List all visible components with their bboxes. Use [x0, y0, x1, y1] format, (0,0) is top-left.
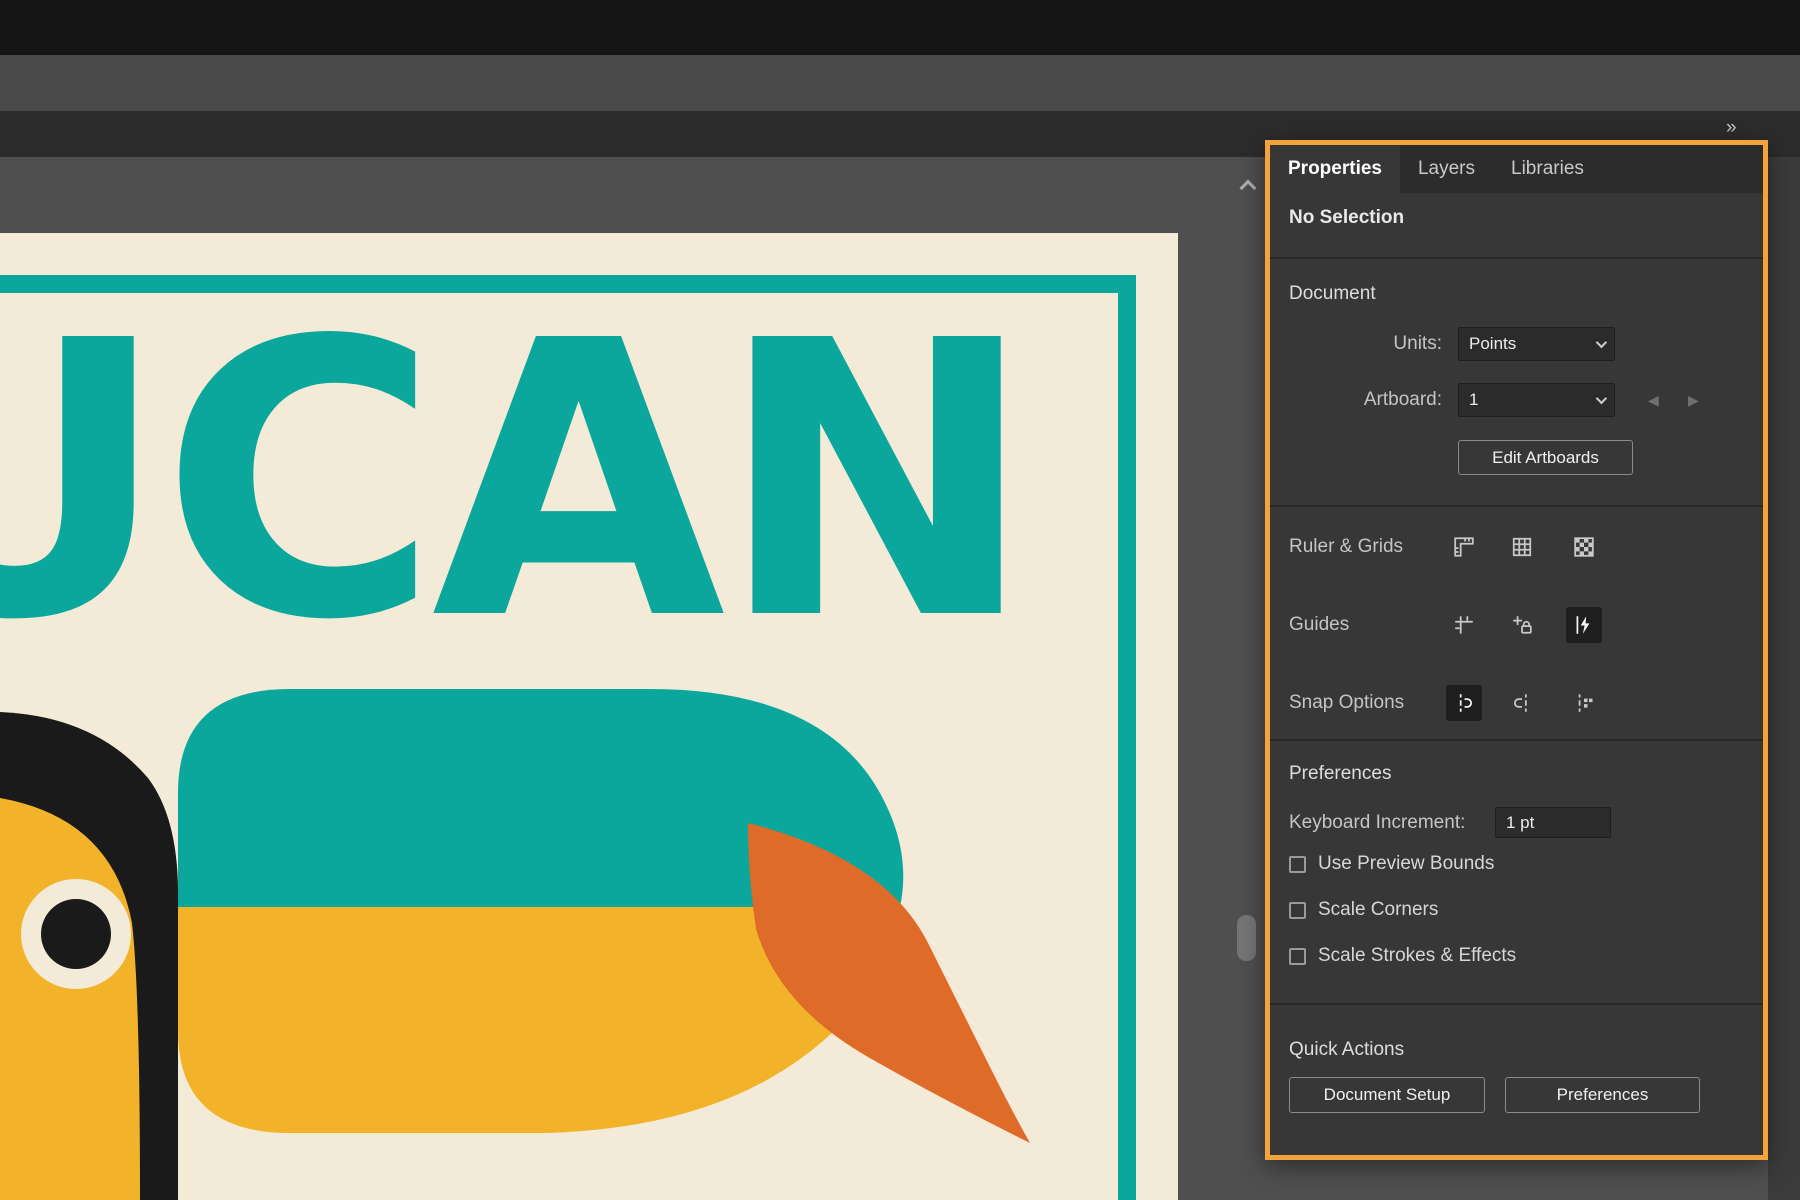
ruler-grids-label: Ruler & Grids — [1289, 527, 1403, 567]
guides-label: Guides — [1289, 605, 1349, 645]
properties-panel: Properties Layers Libraries No Selection… — [1265, 140, 1768, 1160]
scale-corners-row[interactable]: Scale Corners — [1289, 897, 1438, 923]
chevron-down-icon — [1596, 337, 1607, 348]
use-preview-bounds-row[interactable]: Use Preview Bounds — [1289, 851, 1494, 877]
scale-corners-checkbox[interactable] — [1289, 902, 1306, 919]
scale-strokes-effects-checkbox[interactable] — [1289, 948, 1306, 965]
canvas-scrollbar-thumb[interactable] — [1237, 915, 1256, 961]
menu-bar — [0, 0, 1800, 55]
artboard-dropdown[interactable]: 1 — [1458, 383, 1615, 417]
smart-guides-button[interactable] — [1566, 607, 1602, 643]
next-artboard-button[interactable]: ▶ — [1688, 392, 1699, 409]
corner-ruler-icon — [1453, 536, 1475, 558]
show-rulers-button[interactable] — [1446, 529, 1482, 565]
show-guides-button[interactable] — [1446, 607, 1482, 643]
snap-to-grid-icon — [1453, 692, 1475, 714]
keyboard-increment-input[interactable]: 1 pt — [1495, 807, 1611, 838]
selection-status: No Selection — [1289, 207, 1404, 229]
snap-to-pixel-button[interactable] — [1504, 685, 1540, 721]
scale-corners-label: Scale Corners — [1318, 899, 1438, 921]
right-edge-strip — [1768, 157, 1800, 1200]
guides-icon — [1453, 614, 1475, 636]
preferences-button[interactable]: Preferences — [1505, 1077, 1700, 1113]
toucan-eye-pupil — [41, 899, 111, 969]
keyboard-increment-label: Keyboard Increment: — [1289, 807, 1465, 839]
divider — [1270, 1003, 1763, 1005]
quick-actions-title: Quick Actions — [1289, 1039, 1404, 1061]
poster-headline-text: UCAN — [0, 260, 1028, 703]
panel-tab-bar: Properties Layers Libraries — [1270, 145, 1763, 193]
document-section-title: Document — [1289, 283, 1376, 305]
use-preview-bounds-checkbox[interactable] — [1289, 856, 1306, 873]
show-transparency-grid-button[interactable] — [1566, 529, 1602, 565]
transparency-grid-icon — [1573, 536, 1595, 558]
units-dropdown[interactable]: Points — [1458, 327, 1615, 361]
grid-icon — [1511, 536, 1533, 558]
scale-strokes-effects-row[interactable]: Scale Strokes & Effects — [1289, 943, 1516, 969]
chevron-down-icon — [1596, 393, 1607, 404]
artboard-label: Artboard: — [1270, 383, 1442, 417]
edit-artboards-button[interactable]: Edit Artboards — [1458, 440, 1633, 475]
snap-to-point-button[interactable] — [1566, 685, 1602, 721]
scale-strokes-effects-label: Scale Strokes & Effects — [1318, 945, 1516, 967]
panel-expand-button[interactable]: » — [1726, 117, 1739, 139]
artboard[interactable]: UCAN — [0, 233, 1178, 1200]
document-setup-button[interactable]: Document Setup — [1289, 1077, 1485, 1113]
show-grid-button[interactable] — [1504, 529, 1540, 565]
divider — [1270, 739, 1763, 741]
preferences-section-title: Preferences — [1289, 763, 1391, 785]
divider — [1270, 505, 1763, 507]
snap-to-grid-button[interactable] — [1446, 685, 1482, 721]
divider — [1270, 257, 1763, 259]
tab-libraries[interactable]: Libraries — [1493, 145, 1602, 193]
lock-guides-icon — [1511, 614, 1533, 636]
keyboard-increment-value: 1 pt — [1506, 813, 1534, 833]
previous-artboard-button[interactable]: ◀ — [1648, 392, 1659, 409]
snap-options-label: Snap Options — [1289, 683, 1404, 723]
app-bar: Essentials Search Adobe Stock — [0, 55, 1800, 111]
snap-to-pixel-icon — [1511, 692, 1533, 714]
smart-guides-icon — [1573, 614, 1595, 636]
use-preview-bounds-label: Use Preview Bounds — [1318, 853, 1494, 875]
units-value: Points — [1469, 334, 1516, 354]
artboard-value: 1 — [1469, 390, 1478, 410]
units-label: Units: — [1270, 327, 1442, 361]
lock-guides-button[interactable] — [1504, 607, 1540, 643]
tab-properties[interactable]: Properties — [1270, 145, 1400, 193]
tab-layers[interactable]: Layers — [1400, 145, 1493, 193]
snap-to-point-icon — [1573, 692, 1595, 714]
